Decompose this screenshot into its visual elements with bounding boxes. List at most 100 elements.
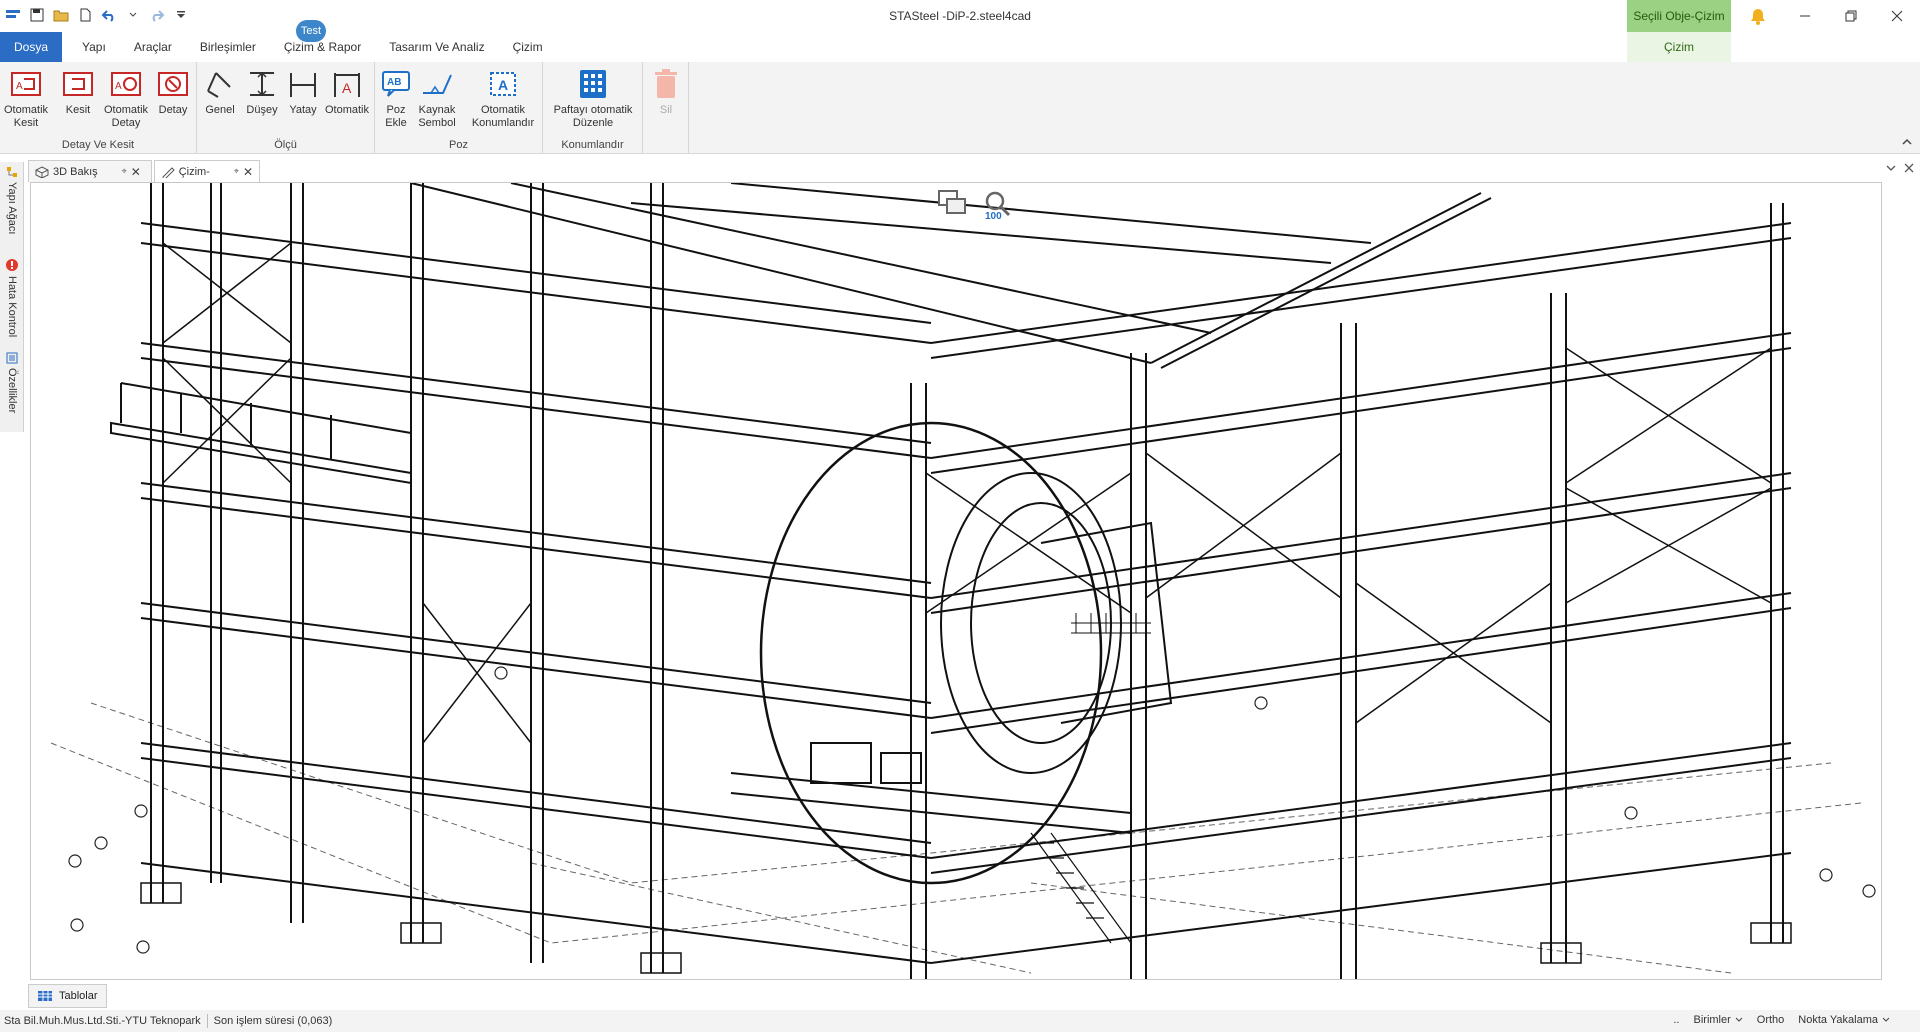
svg-text:AB: AB bbox=[387, 77, 401, 88]
section-icon bbox=[61, 66, 95, 102]
notification-bell-icon[interactable] bbox=[1750, 7, 1766, 28]
group-olcu: Genel Düşey Yatay A Otomatik Ölçü bbox=[197, 62, 375, 154]
tab-tasarim-analiz[interactable]: Tasarım Ve Analiz bbox=[375, 32, 498, 62]
drawing-icon bbox=[162, 166, 175, 178]
tab-araclar[interactable]: Araçlar bbox=[120, 32, 186, 62]
auto-detail-icon: A bbox=[109, 66, 143, 102]
olcu-genel-button[interactable]: Genel bbox=[199, 66, 241, 117]
detail-icon bbox=[156, 66, 190, 102]
doc-tab-3d-view[interactable]: 3D Bakış ⌖ ✕ bbox=[28, 160, 152, 182]
properties-icon bbox=[6, 352, 18, 364]
save-icon[interactable] bbox=[28, 6, 46, 24]
document-controls bbox=[1886, 163, 1914, 176]
zoom-level: 100 bbox=[985, 211, 1002, 222]
error-icon bbox=[6, 259, 18, 271]
redo-icon[interactable] bbox=[148, 6, 166, 24]
company-label: Sta Bil.Muh.Mus.Ltd.Sti.-YTU Teknopark bbox=[4, 1015, 201, 1027]
sheet-grid-icon bbox=[576, 66, 610, 102]
svg-text:A: A bbox=[115, 81, 122, 92]
otomatik-kesit-button[interactable]: A Otomatik Kesit bbox=[4, 66, 48, 130]
tab-hata-kontrol[interactable]: Hata Kontrol bbox=[2, 258, 22, 337]
add-position-icon: AB bbox=[379, 66, 413, 102]
tab-yapi[interactable]: Yapı bbox=[68, 32, 120, 62]
pin-icon[interactable]: ⌖ bbox=[234, 166, 239, 177]
doc-tab-drawing[interactable]: Çizim- ⌖ ✕ bbox=[154, 160, 260, 182]
viewport-toolbar: 100 bbox=[937, 189, 1015, 222]
pafta-duzenle-button[interactable]: Paftayı otomatik Düzenle bbox=[547, 66, 639, 130]
svg-text:A: A bbox=[16, 81, 23, 92]
undo-dropdown-icon[interactable] bbox=[124, 6, 142, 24]
snap-dropdown[interactable]: Nokta Yakalama bbox=[1798, 1014, 1890, 1026]
context-tab-cizim[interactable]: Çizim bbox=[1627, 32, 1731, 62]
olcu-yatay-button[interactable]: Yatay bbox=[283, 66, 323, 117]
status-bar: Sta Bil.Muh.Mus.Ltd.Sti.-YTU Teknopark S… bbox=[0, 1010, 1920, 1032]
svg-text:A: A bbox=[498, 77, 508, 93]
tab-cizim[interactable]: Çizim bbox=[499, 32, 557, 62]
kaynak-sembol-button[interactable]: Kaynak Sembol bbox=[415, 66, 459, 130]
otomatik-konumlandir-button[interactable]: A Otomatik Konumlandır bbox=[467, 66, 539, 130]
trash-icon bbox=[649, 66, 683, 102]
olcu-dusey-button[interactable]: Düşey bbox=[241, 66, 283, 117]
group-label: Konumlandır bbox=[561, 139, 624, 151]
otomatik-detay-button[interactable]: A Otomatik Detay bbox=[104, 66, 148, 130]
group-label: Poz bbox=[449, 139, 468, 151]
ortho-toggle[interactable]: Ortho bbox=[1757, 1014, 1785, 1026]
new-file-icon[interactable] bbox=[76, 6, 94, 24]
close-tab-icon[interactable]: ✕ bbox=[131, 165, 141, 179]
zoom-extents-icon[interactable] bbox=[937, 189, 971, 221]
group-konumlandir: Paftayı otomatik Düzenle Konumlandır bbox=[543, 62, 643, 154]
tree-icon bbox=[7, 167, 17, 177]
left-dock-panel: Yapı Ağacı Hata Kontrol Özellikler bbox=[0, 162, 24, 432]
tab-list-dropdown-icon[interactable] bbox=[1886, 163, 1896, 176]
auto-place-icon: A bbox=[486, 66, 520, 102]
chevron-down-icon bbox=[1882, 1017, 1890, 1022]
dimension-auto-icon: A bbox=[330, 66, 364, 102]
app-menu-icon[interactable] bbox=[4, 6, 22, 24]
dimension-horizontal-icon bbox=[286, 66, 320, 102]
dimension-vertical-icon bbox=[245, 66, 279, 102]
dimension-general-icon bbox=[203, 66, 237, 102]
svg-text:A: A bbox=[342, 80, 352, 96]
test-badge: Test bbox=[296, 20, 326, 42]
status-ellipsis: .. bbox=[1673, 1014, 1680, 1026]
table-icon bbox=[38, 991, 52, 1001]
document-tabs: 3D Bakış ⌖ ✕ Çizim- ⌖ ✕ bbox=[28, 160, 1920, 182]
customize-qat-icon[interactable] bbox=[172, 6, 190, 24]
tables-panel-button[interactable]: Tablolar bbox=[28, 984, 107, 1008]
olcu-otomatik-button[interactable]: A Otomatik bbox=[321, 66, 373, 117]
undo-icon[interactable] bbox=[100, 6, 118, 24]
status-right: .. Birimler Ortho Nokta Yakalama bbox=[1673, 1014, 1890, 1026]
kesit-button[interactable]: Kesit bbox=[56, 66, 100, 117]
pin-icon[interactable]: ⌖ bbox=[122, 166, 127, 177]
tab-yapi-agaci[interactable]: Yapı Ağacı bbox=[2, 166, 22, 234]
close-document-icon[interactable] bbox=[1904, 163, 1914, 176]
auto-section-icon: A bbox=[9, 66, 43, 102]
group-delete: Sil bbox=[643, 62, 689, 154]
quick-access-toolbar bbox=[4, 6, 190, 24]
title-bar: STASteel -DiP-2.steel4cad Seçili Obje-Çi… bbox=[0, 0, 1920, 32]
detay-button[interactable]: Detay bbox=[152, 66, 194, 117]
units-dropdown[interactable]: Birimler bbox=[1694, 1014, 1743, 1026]
tab-dosya[interactable]: Dosya bbox=[0, 32, 63, 62]
open-folder-icon[interactable] bbox=[52, 6, 70, 24]
close-tab-icon[interactable]: ✕ bbox=[243, 165, 253, 179]
status-separator bbox=[206, 1014, 208, 1028]
close-icon[interactable] bbox=[1874, 0, 1920, 32]
sil-button[interactable]: Sil bbox=[649, 66, 683, 117]
group-label: Ölçü bbox=[274, 139, 297, 151]
ribbon: A Otomatik Kesit Kesit A Otomatik Detay … bbox=[0, 62, 1920, 154]
drawing-viewport[interactable]: 100 bbox=[30, 182, 1882, 980]
weld-symbol-icon bbox=[420, 66, 454, 102]
group-detay-kesit: A Otomatik Kesit Kesit A Otomatik Detay … bbox=[0, 62, 197, 154]
context-tab-selected-object[interactable]: Seçili Obje-Çizim bbox=[1627, 0, 1731, 32]
collapse-ribbon-icon[interactable] bbox=[1902, 134, 1912, 148]
window-controls bbox=[1782, 0, 1920, 32]
chevron-down-icon bbox=[1735, 1017, 1743, 1022]
minimize-icon[interactable] bbox=[1782, 0, 1828, 32]
tab-ozellikler[interactable]: Özellikler bbox=[2, 352, 22, 413]
poz-ekle-button[interactable]: AB Poz Ekle bbox=[379, 66, 413, 130]
tab-birlesimler[interactable]: Birleşimler bbox=[186, 32, 270, 62]
last-operation-label: Son işlem süresi (0,063) bbox=[213, 1015, 333, 1027]
restore-icon[interactable] bbox=[1828, 0, 1874, 32]
zoom-icon[interactable]: 100 bbox=[981, 189, 1015, 222]
